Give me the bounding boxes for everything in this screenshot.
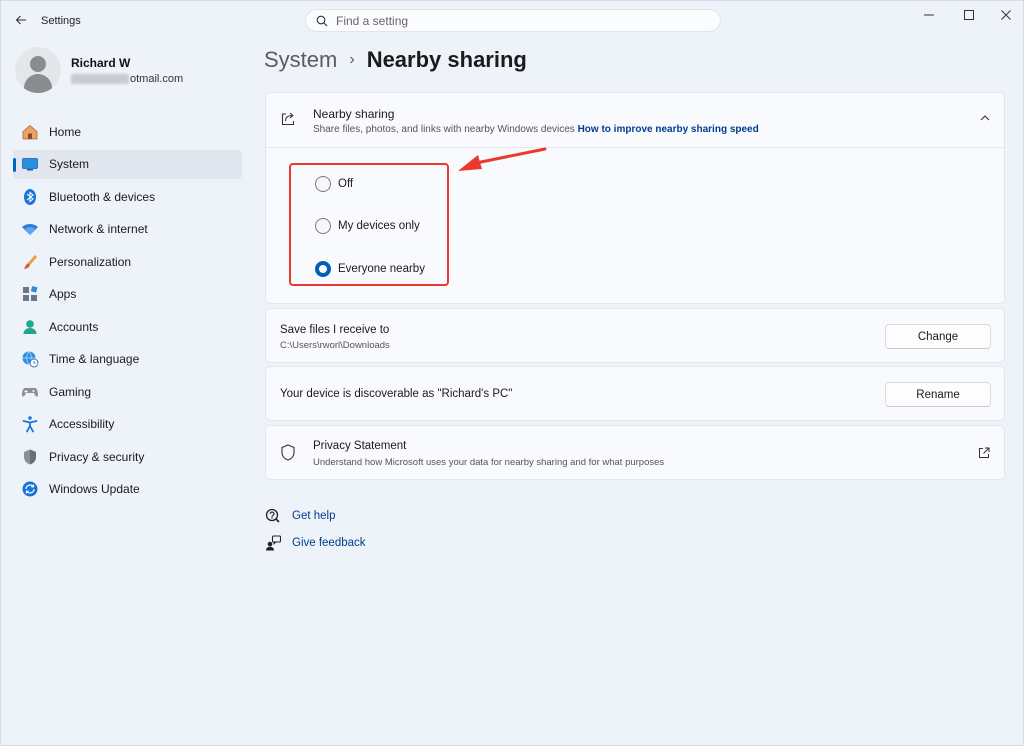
improve-speed-link[interactable]: How to improve nearby sharing speed [578,124,759,135]
maximize-button[interactable] [954,5,984,25]
accounts-icon [21,318,39,336]
radio-option-everyone[interactable]: Everyone nearby [315,261,425,277]
radio-label: Off [338,178,354,190]
brush-icon [21,253,39,271]
privacy-statement-row[interactable]: Privacy Statement Understand how Microso… [265,425,1005,480]
sidebar-item-label: Time & language [49,352,140,366]
radio-label: Everyone nearby [338,263,425,275]
sharing-options-highlight: Off My devices only Everyone nearby [289,163,449,286]
gamepad-icon [21,383,39,401]
avatar [15,47,61,93]
wifi-icon [21,220,39,238]
feedback-icon [265,535,281,551]
globe-clock-icon [21,350,39,368]
sidebar-nav: Home System Bluetooth & devices Network … [13,117,242,507]
profile-email: otmail.com [71,73,183,85]
email-redaction [71,73,129,84]
radio-button-off[interactable] [315,176,331,192]
maximize-icon [964,10,974,20]
title-bar: Settings [1,1,1024,41]
app-title: Settings [41,15,81,27]
user-profile[interactable]: Richard W otmail.com [15,47,183,93]
close-icon [1001,10,1011,20]
external-link-icon [979,447,990,458]
sidebar-item-label: Privacy & security [49,449,145,464]
annotation-arrow [458,147,547,171]
sidebar-item-label: Windows Update [49,482,140,496]
sidebar-item-personalization[interactable]: Personalization [13,247,242,276]
sidebar-item-label: Personalization [49,254,132,269]
sidebar-item-time-language[interactable]: Time & language [13,345,242,374]
save-files-row: Save files I receive to C:\Users\rworl\D… [265,308,1005,363]
radio-option-my-devices[interactable]: My devices only [315,218,420,234]
accessibility-icon [21,415,39,433]
nearby-sharing-header[interactable]: Nearby sharing Share files, photos, and … [266,93,1004,148]
profile-email-suffix: otmail.com [130,72,184,85]
back-button[interactable] [9,9,33,31]
help-chat-icon [265,508,281,524]
change-button[interactable]: Change [885,324,991,349]
radio-option-off[interactable]: Off [315,176,353,192]
sidebar-item-label: System [49,157,90,171]
search-input[interactable] [336,13,720,28]
get-help-link[interactable]: Get help [265,508,335,524]
sidebar-item-gaming[interactable]: Gaming [13,377,242,406]
settings-window: Settings Richard W otmail.com [0,0,1024,746]
home-icon [21,123,39,141]
chevron-up-icon[interactable] [980,113,990,123]
update-icon [21,480,39,498]
discoverable-row: Your device is discoverable as "Richard'… [265,366,1005,421]
profile-name: Richard W [71,55,131,70]
give-feedback-label: Give feedback [292,537,366,549]
search-icon [316,15,328,26]
minimize-icon [924,14,934,16]
nearby-sharing-subtitle: Share files, photos, and links with near… [313,124,759,135]
sidebar-item-system[interactable]: System [13,149,242,179]
nearby-sharing-title: Nearby sharing [313,107,395,121]
privacy-subtitle: Understand how Microsoft uses your data … [313,457,665,468]
sidebar-item-accounts[interactable]: Accounts [13,312,242,341]
radio-button-my-devices[interactable] [315,218,331,234]
radio-button-everyone[interactable] [315,261,331,277]
save-files-path: C:\Users\rworl\Downloads [280,340,390,351]
nearby-sharing-description: Share files, photos, and links with near… [313,124,575,135]
discoverable-title: Your device is discoverable as "Richard'… [280,388,513,400]
search-box[interactable] [305,9,721,32]
system-icon [21,155,39,173]
sidebar-item-label: Gaming [49,384,92,399]
sidebar-item-label: Home [49,124,82,139]
sidebar-item-privacy-security[interactable]: Privacy & security [13,442,242,471]
rename-button[interactable]: Rename [885,382,991,407]
sidebar-item-label: Bluetooth & devices [49,189,156,204]
breadcrumb-parent[interactable]: System [264,47,337,73]
breadcrumb: System › Nearby sharing [264,47,527,73]
sidebar-item-label: Apps [49,287,77,301]
give-feedback-link[interactable]: Give feedback [265,535,366,551]
sidebar-item-bluetooth[interactable]: Bluetooth & devices [13,182,242,211]
sidebar-item-home[interactable]: Home [13,117,242,146]
sidebar-item-apps[interactable]: Apps [13,280,242,309]
privacy-title: Privacy Statement [313,440,407,452]
page-title: Nearby sharing [366,47,527,72]
sidebar-item-label: Accounts [49,319,99,334]
sidebar-item-label: Network & internet [49,222,148,236]
back-arrow-icon [15,15,26,25]
sidebar-item-accessibility[interactable]: Accessibility [13,410,242,439]
sidebar-item-label: Accessibility [49,417,115,431]
sidebar-item-network[interactable]: Network & internet [13,215,242,244]
share-icon [281,112,295,126]
sidebar-item-windows-update[interactable]: Windows Update [13,475,242,504]
breadcrumb-separator: › [349,51,355,68]
minimize-button[interactable] [914,5,944,25]
apps-icon [21,285,39,303]
privacy-shield-icon [281,444,295,461]
shield-icon [21,448,39,466]
radio-label: My devices only [338,220,420,232]
bluetooth-icon [21,188,39,206]
close-button[interactable] [991,5,1021,25]
get-help-label: Get help [292,510,336,522]
save-files-title: Save files I receive to [280,324,390,336]
